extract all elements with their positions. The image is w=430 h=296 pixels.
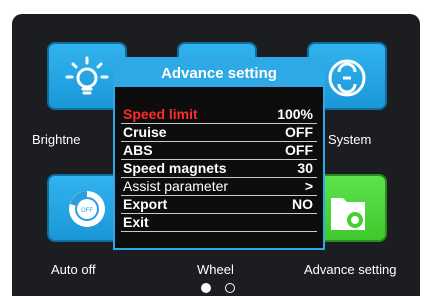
menu-title: Advance setting (115, 59, 323, 87)
tile-label-system: System (328, 132, 372, 147)
menu-item-speed-magnets[interactable]: Speed magnets 30 (121, 159, 317, 178)
menu-item-label: Exit (123, 214, 149, 230)
menu-item-speed-limit[interactable]: Speed limit 100% (121, 105, 317, 124)
svg-text:OFF: OFF (81, 208, 93, 214)
menu-item-value: 30 (297, 160, 313, 176)
menu-item-export[interactable]: Export NO (121, 195, 317, 214)
device-screen: Brightne System OFF Auto off Wheel Advan… (12, 14, 420, 296)
menu-item-assist-parameter[interactable]: Assist parameter > (121, 177, 317, 196)
menu-item-value: OFF (285, 124, 313, 140)
tile-label-advance-setting: Advance setting (304, 262, 397, 277)
menu-item-label: Speed limit (123, 106, 198, 122)
menu-item-value: > (304, 178, 313, 194)
menu-item-cruise[interactable]: Cruise OFF (121, 123, 317, 142)
menu-item-value: NO (292, 196, 313, 212)
tile-label-auto-off: Auto off (51, 262, 96, 277)
tile-label-wheel: Wheel (197, 262, 234, 277)
menu-item-label: Speed magnets (123, 160, 227, 176)
tile-label-brightness: Brightne (32, 132, 81, 147)
page-dot-inactive[interactable] (225, 283, 235, 293)
page-dot-active[interactable] (201, 283, 211, 293)
menu-item-label: Assist parameter (123, 178, 229, 194)
menu-item-label: Export (123, 196, 168, 212)
menu-item-exit[interactable]: Exit (121, 213, 317, 232)
advance-setting-menu: Advance setting Speed limit 100% Cruise … (113, 57, 325, 250)
menu-item-abs[interactable]: ABS OFF (121, 141, 317, 160)
menu-item-value: 100% (277, 106, 313, 122)
menu-item-value: OFF (285, 142, 313, 158)
menu-item-label: ABS (123, 142, 153, 158)
menu-item-label: Cruise (123, 124, 167, 140)
